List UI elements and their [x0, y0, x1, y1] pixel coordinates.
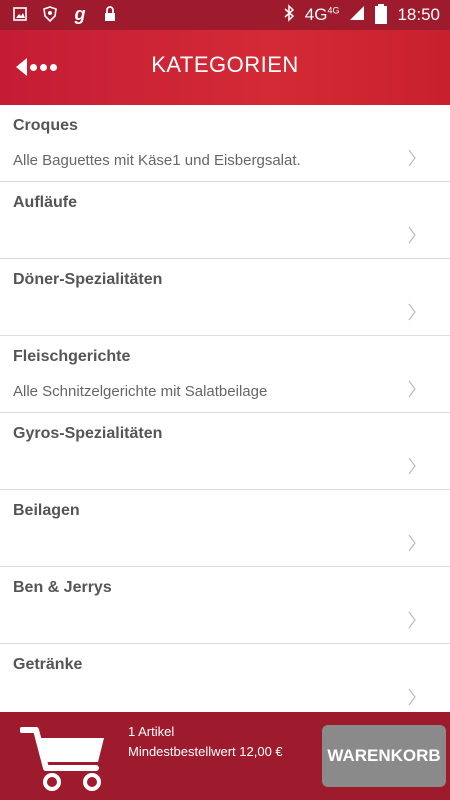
- shopping-cart-icon[interactable]: [19, 722, 110, 794]
- category-list: Croques Alle Baguettes mit Käse1 und Eis…: [0, 105, 450, 720]
- bluetooth-icon: [283, 3, 295, 27]
- signal-icon: [349, 5, 365, 26]
- category-name: Croques: [13, 117, 78, 134]
- app-header: KATEGORIEN: [0, 30, 450, 105]
- category-name: Beilagen: [13, 502, 80, 519]
- category-row[interactable]: Döner-Spezialitäten: [0, 259, 450, 336]
- category-row[interactable]: Beilagen: [0, 490, 450, 567]
- status-bar: g 4G4G 18:50: [0, 0, 450, 30]
- category-name: Gyros-Spezialitäten: [13, 425, 163, 442]
- chevron-right-icon: [408, 226, 416, 244]
- category-name: Fleischgerichte: [13, 348, 131, 365]
- category-name: Ben & Jerrys: [13, 579, 112, 596]
- category-row[interactable]: Ben & Jerrys: [0, 567, 450, 644]
- shield-icon: [42, 5, 58, 23]
- chevron-right-icon: [408, 688, 416, 706]
- warenkorb-button[interactable]: WARENKORB: [322, 725, 446, 787]
- cart-minimum-order: Mindestbestellwert 12,00 €: [128, 744, 283, 759]
- category-row[interactable]: Fleischgerichte Alle Schnitzelgerichte m…: [0, 336, 450, 413]
- chevron-right-icon: [408, 149, 416, 167]
- category-description: Alle Schnitzelgerichte mit Salatbeilage: [13, 383, 268, 400]
- image-icon: [12, 5, 28, 23]
- category-row[interactable]: Gyros-Spezialitäten: [0, 413, 450, 490]
- category-row[interactable]: Getränke: [0, 644, 450, 720]
- battery-icon: [375, 4, 388, 24]
- chevron-right-icon: [408, 303, 416, 321]
- category-description: Alle Baguettes mit Käse1 und Eisbergsala…: [13, 152, 301, 169]
- chevron-right-icon: [408, 457, 416, 475]
- cart-summary: 1 Artikel Mindestbestellwert 12,00 €: [128, 722, 283, 762]
- category-row[interactable]: Croques Alle Baguettes mit Käse1 und Eis…: [0, 105, 450, 182]
- category-row[interactable]: Aufläufe: [0, 182, 450, 259]
- clock: 18:50: [397, 5, 440, 24]
- network-indicator: 4G4G: [304, 5, 340, 24]
- category-name: Aufläufe: [13, 194, 77, 211]
- cart-bar: 1 Artikel Mindestbestellwert 12,00 € WAR…: [0, 712, 450, 800]
- status-right-icons: 4G4G 18:50: [283, 0, 440, 30]
- chevron-right-icon: [408, 380, 416, 398]
- g-icon: g: [74, 3, 86, 24]
- chevron-right-icon: [408, 611, 416, 629]
- category-name: Döner-Spezialitäten: [13, 271, 163, 288]
- page-title: KATEGORIEN: [151, 52, 299, 77]
- lock-icon: [102, 5, 118, 23]
- cart-item-count: 1 Artikel: [128, 724, 175, 739]
- category-name: Getränke: [13, 656, 83, 673]
- chevron-right-icon: [408, 534, 416, 552]
- status-left-icons: g: [12, 3, 118, 24]
